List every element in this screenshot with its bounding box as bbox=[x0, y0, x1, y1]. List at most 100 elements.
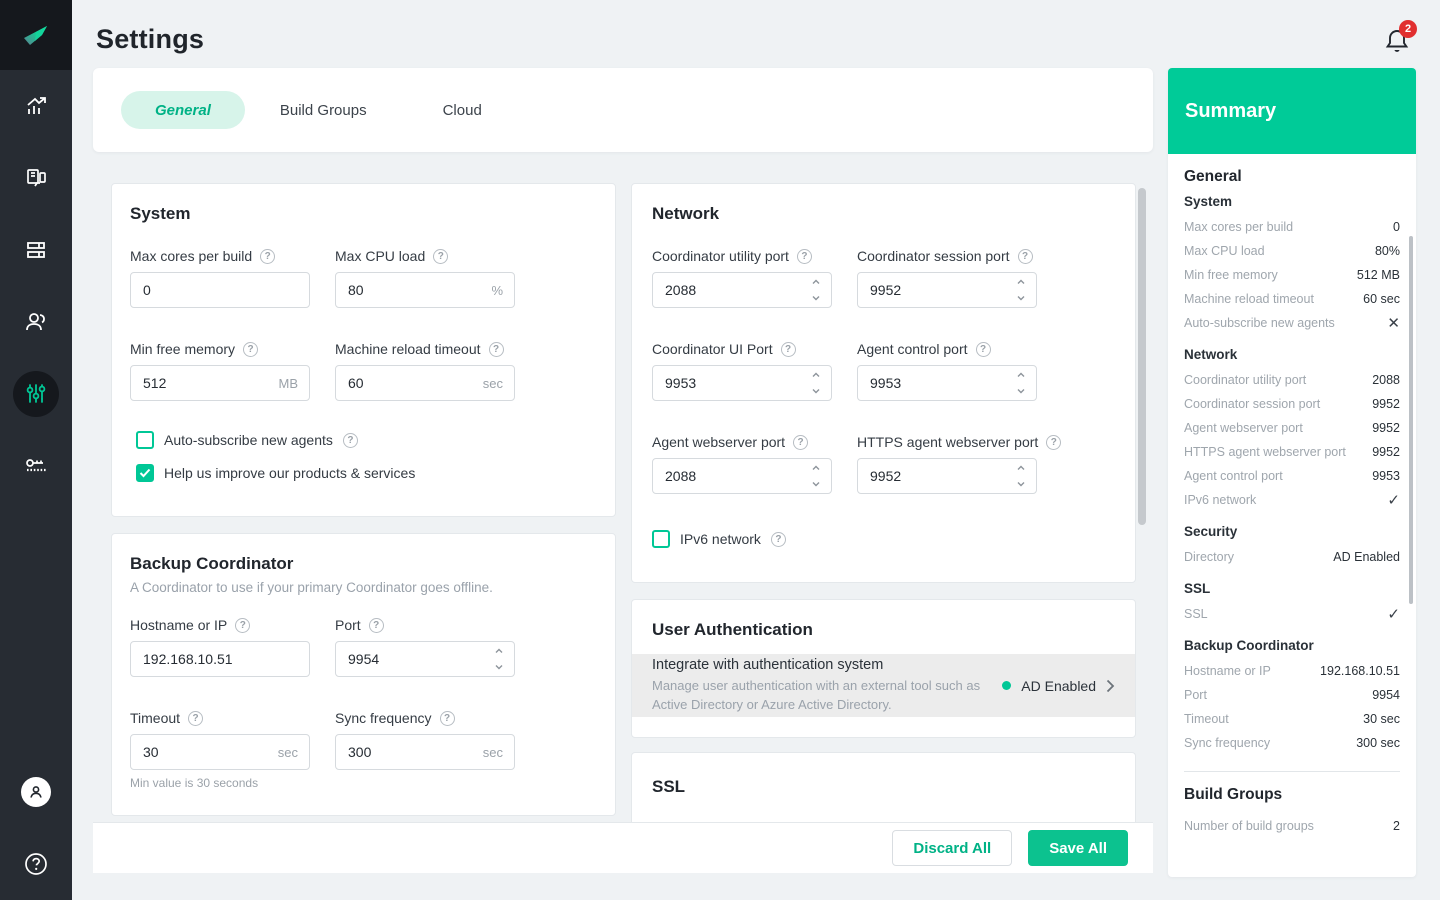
summary-row: Max CPU load 80% bbox=[1184, 239, 1400, 263]
improve-products-checkbox[interactable] bbox=[136, 464, 154, 482]
https-agent-webserver-port-input[interactable] bbox=[857, 458, 1037, 494]
summary-header: Summary bbox=[1168, 68, 1416, 154]
summary-row-label: Port bbox=[1184, 688, 1207, 702]
help-icon[interactable]: ? bbox=[243, 341, 259, 357]
coordinator-utility-port-input[interactable] bbox=[652, 272, 832, 308]
reload-timeout-field: Machine reload timeout? sec bbox=[335, 341, 515, 401]
help-icon[interactable]: ? bbox=[1017, 248, 1033, 264]
help-icon[interactable]: ? bbox=[770, 531, 786, 547]
discard-all-button[interactable]: Discard All bbox=[892, 830, 1013, 866]
ssl-card: SSL bbox=[631, 752, 1136, 822]
ipv6-checkbox[interactable] bbox=[652, 530, 670, 548]
reload-timeout-input[interactable] bbox=[335, 365, 515, 401]
summary-row-label: Hostname or IP bbox=[1184, 664, 1271, 678]
sidebar-item-help[interactable] bbox=[0, 828, 72, 900]
help-icon[interactable]: ? bbox=[780, 341, 796, 357]
field-label: Coordinator session port bbox=[857, 248, 1010, 264]
summary-group-ssl: SSL bbox=[1184, 581, 1211, 596]
help-icon[interactable]: ? bbox=[433, 248, 449, 264]
tab-build-groups[interactable]: Build Groups bbox=[280, 102, 367, 119]
hostname-input[interactable] bbox=[130, 641, 310, 677]
save-all-button[interactable]: Save All bbox=[1028, 830, 1128, 866]
summary-row-label: Agent webserver port bbox=[1184, 421, 1303, 435]
auto-subscribe-checkbox[interactable] bbox=[136, 431, 154, 449]
stepper-arrows[interactable] bbox=[1015, 278, 1027, 302]
max-cpu-field: Max CPU load? % bbox=[335, 248, 515, 308]
summary-row-label: HTTPS agent webserver port bbox=[1184, 445, 1346, 459]
summary-scrollbar[interactable] bbox=[1409, 236, 1413, 604]
stepper-arrows[interactable] bbox=[810, 464, 822, 488]
backup-port-input[interactable] bbox=[335, 641, 515, 677]
stepper-arrows[interactable] bbox=[810, 371, 822, 395]
summary-row: Sync frequency 300 sec bbox=[1184, 731, 1400, 755]
help-icon[interactable]: ? bbox=[368, 617, 384, 633]
summary-row: Max cores per build 0 bbox=[1184, 215, 1400, 239]
sidebar-item-account[interactable] bbox=[0, 756, 72, 828]
main-scrollbar[interactable] bbox=[1138, 188, 1146, 525]
check-mark: ✓ bbox=[1387, 606, 1400, 623]
system-card: System Max cores per build? Max CPU load… bbox=[111, 183, 616, 517]
help-icon[interactable]: ? bbox=[235, 617, 251, 633]
summary-row-value: 300 sec bbox=[1356, 736, 1400, 750]
help-icon[interactable]: ? bbox=[796, 248, 812, 264]
sidebar-item-settings[interactable] bbox=[0, 358, 72, 430]
agent-control-port-input[interactable] bbox=[857, 365, 1037, 401]
coordinator-ui-port-input[interactable] bbox=[652, 365, 832, 401]
max-cores-input[interactable] bbox=[130, 272, 310, 308]
summary-row-label: Sync frequency bbox=[1184, 736, 1271, 750]
timeout-helper-text: Min value is 30 seconds bbox=[130, 776, 259, 790]
summary-row: IPv6 network ✓ bbox=[1184, 488, 1400, 512]
sidebar-item-agents[interactable] bbox=[0, 142, 72, 214]
stepper-arrows[interactable] bbox=[1015, 371, 1027, 395]
summary-group-network: Network bbox=[1184, 347, 1238, 362]
check-mark: ✓ bbox=[1387, 492, 1400, 509]
tab-general[interactable]: General bbox=[121, 91, 245, 129]
sync-frequency-input[interactable] bbox=[335, 734, 515, 770]
stepper-arrows[interactable] bbox=[493, 647, 505, 671]
summary-row-label: Machine reload timeout bbox=[1184, 292, 1314, 306]
field-label: Port bbox=[335, 617, 361, 633]
stepper-arrows[interactable] bbox=[1015, 464, 1027, 488]
timeout-input[interactable] bbox=[130, 734, 310, 770]
sidebar-item-license[interactable] bbox=[0, 430, 72, 502]
timeout-field: Timeout? sec Min value is 30 seconds bbox=[130, 710, 310, 790]
user-authentication-card: User Authentication Integrate with authe… bbox=[631, 599, 1136, 738]
summary-row-label: IPv6 network bbox=[1184, 493, 1257, 507]
max-cpu-input[interactable] bbox=[335, 272, 515, 308]
summary-row-label: Timeout bbox=[1184, 712, 1229, 726]
field-label: Hostname or IP bbox=[130, 617, 228, 633]
agent-webserver-port-input[interactable] bbox=[652, 458, 832, 494]
tab-cloud[interactable]: Cloud bbox=[443, 102, 482, 119]
field-label: HTTPS agent webserver port bbox=[857, 434, 1039, 450]
help-icon[interactable]: ? bbox=[260, 248, 276, 264]
sidebar-item-users[interactable] bbox=[0, 286, 72, 358]
summary-title: Summary bbox=[1185, 99, 1277, 122]
auth-row-title: Integrate with authentication system bbox=[652, 657, 884, 674]
min-memory-input[interactable] bbox=[130, 365, 310, 401]
help-icon[interactable]: ? bbox=[488, 341, 504, 357]
coordinator-session-port-input[interactable] bbox=[857, 272, 1037, 308]
help-icon[interactable]: ? bbox=[188, 710, 204, 726]
help-icon[interactable]: ? bbox=[342, 432, 358, 448]
help-icon[interactable]: ? bbox=[1046, 434, 1062, 450]
help-icon[interactable]: ? bbox=[793, 434, 809, 450]
summary-row-value: 2088 bbox=[1372, 373, 1400, 387]
chart-arrow-icon bbox=[13, 83, 59, 129]
summary-row-label: Directory bbox=[1184, 550, 1235, 564]
settings-tab-bar: General Build Groups Cloud bbox=[93, 68, 1153, 152]
auth-integration-row[interactable]: Integrate with authentication system Man… bbox=[632, 654, 1135, 717]
sidebar-item-builds[interactable] bbox=[0, 214, 72, 286]
sync-frequency-field: Sync frequency? sec bbox=[335, 710, 515, 790]
summary-row-value: 0 bbox=[1393, 220, 1400, 234]
field-label: Machine reload timeout bbox=[335, 341, 481, 357]
ipv6-row: IPv6 network ? bbox=[652, 530, 1115, 548]
summary-heading-build-groups: Build Groups bbox=[1184, 786, 1283, 803]
help-icon[interactable]: ? bbox=[975, 341, 991, 357]
sidebar-item-dashboard[interactable] bbox=[0, 70, 72, 142]
stepper-arrows[interactable] bbox=[810, 278, 822, 302]
key-icon bbox=[13, 443, 59, 489]
help-icon[interactable]: ? bbox=[439, 710, 455, 726]
app-logo[interactable] bbox=[0, 0, 72, 70]
users-icon bbox=[13, 299, 59, 345]
notifications-button[interactable]: 2 bbox=[1383, 20, 1417, 58]
